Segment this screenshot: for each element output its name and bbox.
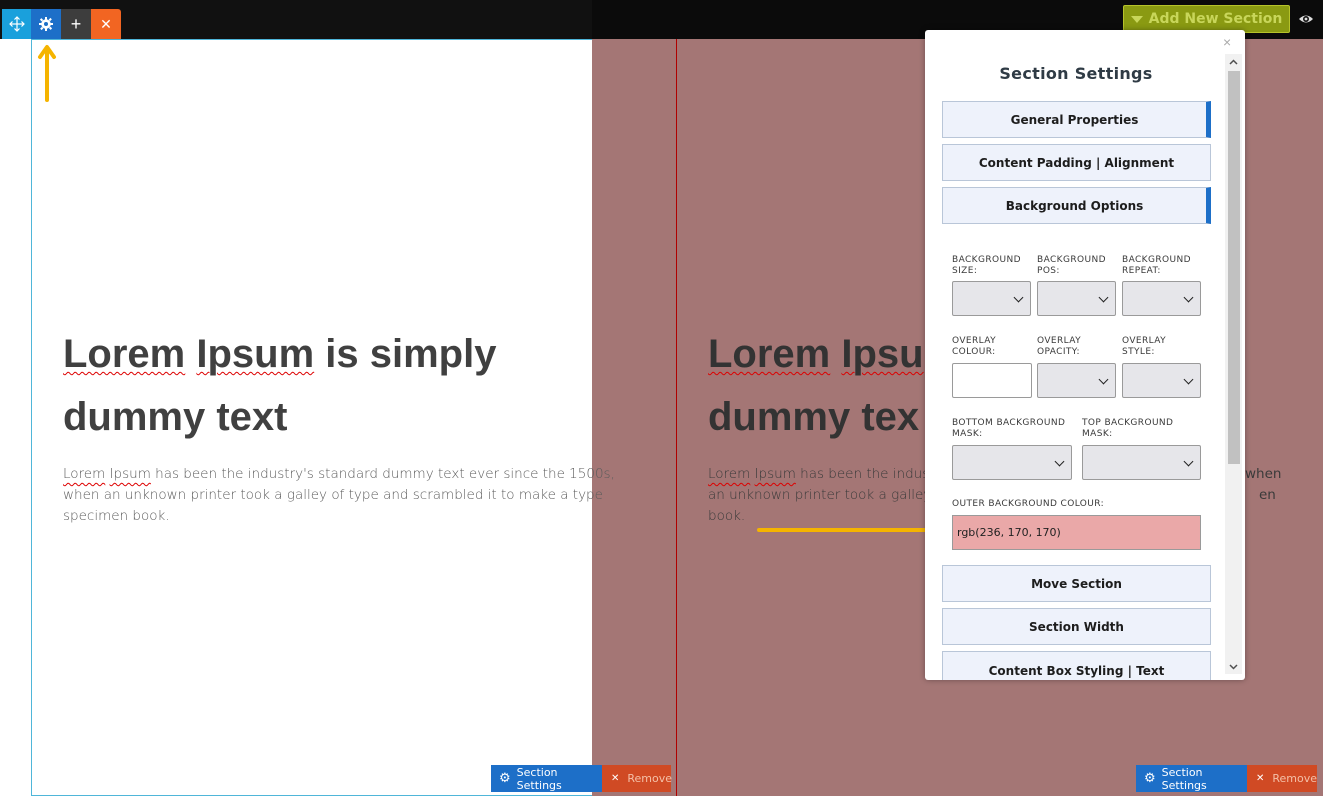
heading-word-ipsum: Ipsum xyxy=(196,332,315,376)
plus-icon: + xyxy=(70,13,82,34)
eye-icon[interactable] xyxy=(1298,11,1314,27)
heading-right-word-lorem: Lorem xyxy=(708,332,831,376)
accordion-content-padding[interactable]: Content Padding | Alignment xyxy=(942,144,1211,181)
close-icon[interactable]: × xyxy=(1223,34,1231,50)
section-settings-button-left[interactable]: ⚙ Section Settings xyxy=(491,765,602,792)
paragraph-right-tail: when en xyxy=(1245,464,1315,506)
remove-label: Remove xyxy=(627,772,673,785)
accordion-general-properties[interactable]: General Properties xyxy=(942,101,1211,138)
column-divider xyxy=(676,39,677,796)
paragraph-right-line1: has been the indus xyxy=(795,466,930,482)
background-size-select[interactable] xyxy=(952,281,1031,316)
paragraph-right-word-ipsum: Ipsum xyxy=(754,466,796,482)
gear-icon: ⚙ xyxy=(1144,771,1156,786)
close-icon: ✕ xyxy=(611,773,620,784)
label-outer-background-colour: OUTER BACKGROUND COLOUR: xyxy=(952,499,1105,509)
label-bottom-background-mask: BOTTOM BACKGROUND MASK: xyxy=(952,418,1066,439)
scroll-up-icon[interactable] xyxy=(1229,58,1238,67)
add-new-section-button[interactable]: Add New Section xyxy=(1123,5,1290,33)
label-background-pos: BACKGROUND POS: xyxy=(1037,255,1106,276)
section-left-top-border xyxy=(31,39,592,40)
heading-right-word-ipsum: Ipsu xyxy=(841,332,924,376)
label-overlay-colour: OVERLAY COLOUR: xyxy=(952,336,996,357)
label-background-size: BACKGROUND SIZE: xyxy=(952,255,1021,276)
accordion-section-width[interactable]: Section Width xyxy=(942,608,1211,645)
panel-scrollbar[interactable] xyxy=(1225,54,1242,674)
paragraph-word-lorem: Lorem xyxy=(63,466,106,482)
section-settings-panel: × Section Settings General Properties Co… xyxy=(925,30,1245,680)
background-pos-select[interactable] xyxy=(1037,281,1116,316)
accordion-content-box-styling[interactable]: Content Box Styling | Text xyxy=(942,651,1211,680)
heading-rest: is simply xyxy=(314,332,497,376)
remove-label: Remove xyxy=(1272,772,1318,785)
section-settings-label: Section Settings xyxy=(516,765,562,792)
background-repeat-select[interactable] xyxy=(1122,281,1201,316)
add-element-button[interactable]: + xyxy=(61,9,91,39)
section-settings-toolbar-button[interactable] xyxy=(31,9,61,39)
move-section-button[interactable] xyxy=(2,9,32,39)
accordion-background-options[interactable]: Background Options xyxy=(942,187,1211,224)
gear-icon: ⚙ xyxy=(499,771,511,786)
overlay-colour-input[interactable] xyxy=(952,363,1032,398)
label-overlay-opacity: OVERLAY OPACITY: xyxy=(1037,336,1081,357)
heading-word-lorem: Lorem xyxy=(63,332,186,376)
overlay-opacity-select[interactable] xyxy=(1037,363,1116,398)
paragraph-right-tail-line2: en xyxy=(1259,487,1276,503)
add-new-section-label: Add New Section xyxy=(1148,11,1283,27)
annotation-arrow-up xyxy=(38,45,56,102)
close-icon: ✕ xyxy=(100,15,112,32)
gear-icon xyxy=(39,17,53,31)
bottom-background-mask-select[interactable] xyxy=(952,445,1072,480)
delete-section-button[interactable]: ✕ xyxy=(91,9,121,39)
label-top-background-mask: TOP BACKGROUND MASK: xyxy=(1082,418,1174,439)
heading-left: Lorem Ipsum is simply dummy text xyxy=(63,323,623,449)
heading-line2: dummy text xyxy=(63,395,288,439)
panel-title: Section Settings xyxy=(999,64,1153,83)
overlay-style-select[interactable] xyxy=(1122,363,1201,398)
heading-right-line2: dummy tex xyxy=(708,395,920,439)
remove-button-left[interactable]: ✕ Remove xyxy=(602,765,673,792)
chevron-down-icon xyxy=(1130,15,1143,23)
outer-background-colour-input[interactable]: rgb(236, 170, 170) xyxy=(952,515,1201,550)
paragraph-left: Lorem Ipsum has been the industry's stan… xyxy=(63,464,643,527)
remove-button-right[interactable]: ✕ Remove xyxy=(1247,765,1317,792)
annotation-arrow-right xyxy=(757,518,944,543)
paragraph-right-word-lorem: Lorem xyxy=(708,466,751,482)
accordion-move-section[interactable]: Move Section xyxy=(942,565,1211,602)
top-background-mask-select[interactable] xyxy=(1082,445,1201,480)
label-overlay-style: OVERLAY STYLE: xyxy=(1122,336,1166,357)
scroll-down-icon[interactable] xyxy=(1229,662,1238,671)
paragraph-word-ipsum: Ipsum xyxy=(109,466,151,482)
section-settings-label: Section Settings xyxy=(1161,765,1207,792)
paragraph-right-tail-line1: when xyxy=(1245,466,1282,482)
scrollbar-thumb[interactable] xyxy=(1228,71,1240,464)
close-icon: ✕ xyxy=(1256,773,1265,784)
paragraph-right-line2: an unknown printer took a galley xyxy=(708,487,932,503)
paragraph-right-line3: book. xyxy=(708,508,746,524)
label-background-repeat: BACKGROUND REPEAT: xyxy=(1122,255,1191,276)
section-settings-button-right[interactable]: ⚙ Section Settings xyxy=(1136,765,1247,792)
move-arrows-icon xyxy=(9,16,25,32)
